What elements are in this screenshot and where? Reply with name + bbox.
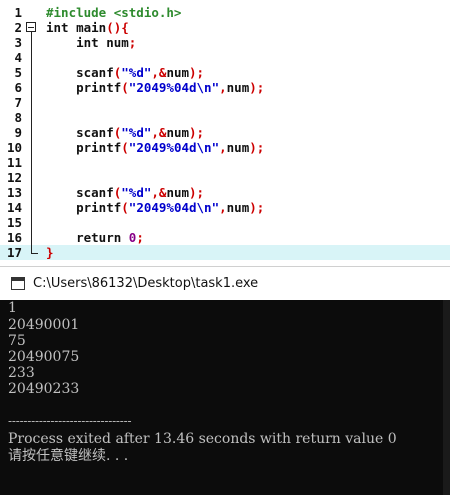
line-number: 9 (14, 125, 22, 140)
line-number: 3 (14, 35, 22, 50)
code-text[interactable]: int num; (46, 35, 136, 50)
code-line[interactable]: 8 (0, 110, 450, 125)
console-output-line: 20490075 (8, 349, 80, 365)
console-title: C:\Users\86132\Desktop\task1.exe (33, 276, 259, 291)
line-number: 11 (6, 155, 22, 170)
console-scrollbar[interactable] (443, 300, 450, 495)
code-line[interactable]: 9 scanf("%d",&num); (0, 125, 450, 140)
console-output-line: 75 (8, 333, 26, 349)
line-number: 5 (14, 65, 22, 80)
console-separator: -------------------------------- (8, 414, 132, 428)
console-titlebar[interactable]: C:\Users\86132\Desktop\task1.exe (0, 266, 450, 300)
code-text[interactable]: printf("2049%04d\n",num); (46, 80, 264, 95)
line-number: 8 (14, 110, 22, 125)
line-number: 1 (14, 5, 22, 20)
code-line[interactable]: 13 scanf("%d",&num); (0, 185, 450, 200)
code-text[interactable]: int main(){ (46, 20, 129, 35)
code-text[interactable]: scanf("%d",&num); (46, 185, 204, 200)
code-text[interactable]: return 0; (46, 230, 144, 245)
console-continue-prompt: 请按任意键继续. . . (8, 448, 129, 464)
line-number: 6 (14, 80, 22, 95)
code-line[interactable]: 17} (0, 245, 450, 260)
console-output-line: 233 (8, 365, 35, 381)
code-line[interactable]: 12 (0, 170, 450, 185)
code-text[interactable]: printf("2049%04d\n",num); (46, 200, 264, 215)
line-number: 13 (6, 185, 22, 200)
code-line[interactable]: 5 scanf("%d",&num); (0, 65, 450, 80)
code-text[interactable]: #include <stdio.h> (46, 5, 181, 20)
code-line[interactable]: 16 return 0; (0, 230, 450, 245)
code-line[interactable]: 14 printf("2049%04d\n",num); (0, 200, 450, 215)
line-number: 17 (6, 245, 22, 260)
code-line[interactable]: 2 int main(){ (0, 20, 450, 35)
line-number: 7 (14, 95, 22, 110)
code-editor[interactable]: 1 #include <stdio.h> 2 int main(){3 int num… (0, 0, 450, 266)
code-text[interactable]: scanf("%d",&num); (46, 125, 204, 140)
line-number: 14 (6, 200, 22, 215)
fold-guide (31, 27, 32, 253)
line-number: 10 (6, 140, 22, 155)
code-line[interactable]: 10 printf("2049%04d\n",num); (0, 140, 450, 155)
line-number: 16 (6, 230, 22, 245)
code-line[interactable]: 3 int num; (0, 35, 450, 50)
console-output-line: 20490001 (8, 317, 80, 333)
line-number: 4 (14, 50, 22, 65)
console-window-icon (11, 277, 25, 290)
code-text[interactable]: scanf("%d",&num); (46, 65, 204, 80)
code-line[interactable]: 1 #include <stdio.h> (0, 5, 450, 20)
code-line[interactable]: 6 printf("2049%04d\n",num); (0, 80, 450, 95)
line-number: 12 (6, 170, 22, 185)
line-number: 15 (6, 215, 22, 230)
code-text[interactable]: } (46, 245, 54, 260)
console-exit-message: Process exited after 13.46 seconds with … (8, 431, 397, 447)
code-line[interactable]: 4 (0, 50, 450, 65)
code-line[interactable]: 15 (0, 215, 450, 230)
code-text[interactable]: printf("2049%04d\n",num); (46, 140, 264, 155)
console-output-line: 20490233 (8, 381, 80, 397)
fold-collapse-icon[interactable] (26, 22, 36, 32)
console-output-line: 1 (8, 300, 17, 316)
fold-end-marker (31, 253, 38, 254)
code-line[interactable]: 11 (0, 155, 450, 170)
code-line[interactable]: 7 (0, 95, 450, 110)
line-number: 2 (14, 20, 22, 35)
